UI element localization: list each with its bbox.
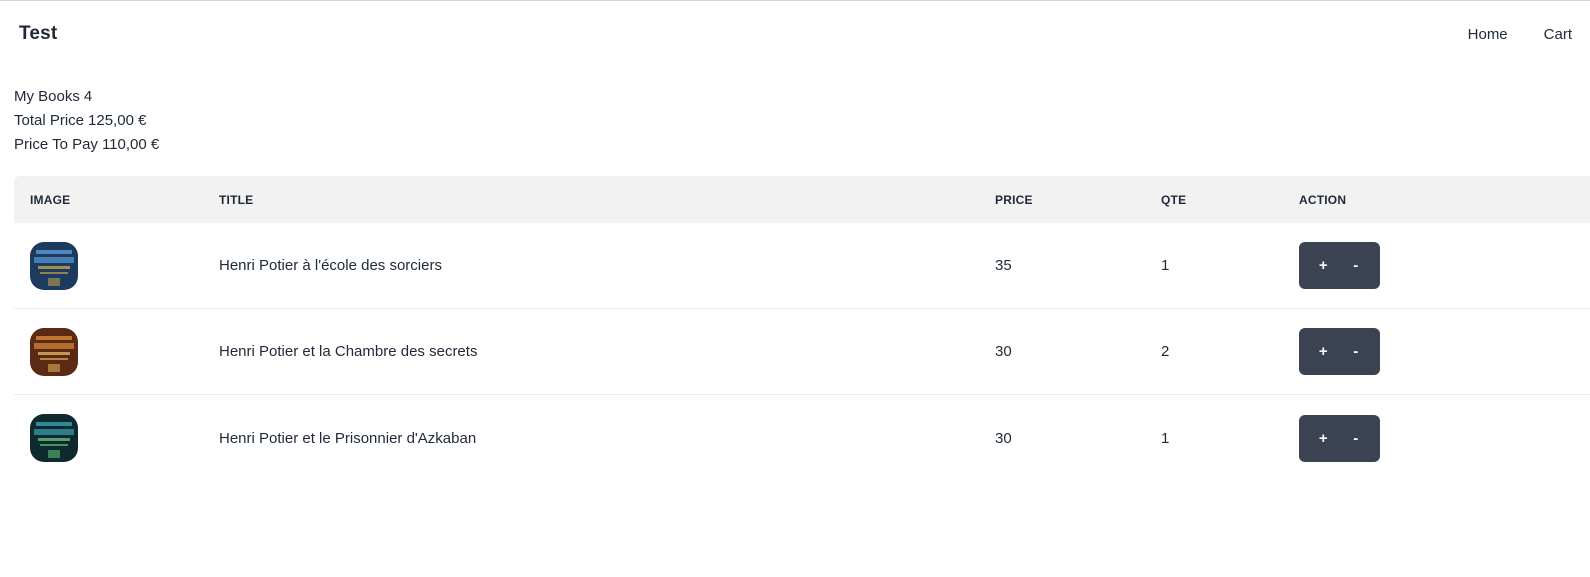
page: Test Home Cart My Books 4 Total Price 125,… [0, 0, 1590, 577]
header-action: ACTION [1299, 192, 1347, 207]
header-title: TITLE [219, 192, 254, 207]
decrement-button[interactable]: - [1342, 251, 1370, 281]
price-to-pay-value: 110,00 € [101, 136, 160, 153]
books-table: IMAGE TITLE PRICE QTE ACTION Henri Potie… [14, 176, 1590, 481]
nav-link-home[interactable]: Home [1450, 26, 1526, 43]
book-quantity: 2 [1161, 343, 1170, 360]
book-quantity: 1 [1161, 257, 1170, 274]
decrement-button[interactable]: - [1342, 423, 1370, 453]
increment-button[interactable]: + [1309, 251, 1337, 281]
price-to-pay-label: Price To Pay [14, 136, 98, 153]
book-cover-image [30, 327, 78, 376]
navbar: Test Home Cart [0, 1, 1590, 67]
books-label: My Books [14, 88, 80, 105]
books-count: 4 [83, 88, 93, 105]
book-title: Henri Potier et la Chambre des secrets [219, 343, 478, 360]
book-title: Henri Potier et le Prisonnier d'Azkaban [219, 429, 477, 447]
total-price-value: 125,00 € [88, 112, 147, 129]
nav-link-cart[interactable]: Cart [1526, 26, 1572, 43]
book-title: Henri Potier à l'école des sorciers [219, 257, 442, 274]
quantity-button-group: + - [1299, 328, 1380, 375]
price-to-pay-line: Price To Pay 110,00 € [14, 133, 159, 157]
increment-button[interactable]: + [1309, 337, 1337, 367]
header-price: PRICE [995, 192, 1033, 207]
decrement-button[interactable]: - [1342, 337, 1370, 367]
header-image: IMAGE [30, 192, 71, 207]
cart-summary: My Books 4 Total Price 125,00 € Price To P… [14, 85, 159, 157]
book-price: 30 [995, 343, 1012, 360]
nav-links: Home Cart [1450, 26, 1572, 43]
total-price-label: Total Price [14, 112, 85, 129]
book-price: 35 [995, 257, 1012, 274]
increment-button[interactable]: + [1309, 423, 1337, 453]
book-price: 30 [995, 429, 1012, 447]
total-price-line: Total Price 125,00 € [14, 109, 159, 133]
book-quantity: 1 [1161, 429, 1170, 447]
header-qte: QTE [1161, 192, 1187, 207]
table-row: Henri Potier et le Prisonnier d'Azkaban … [14, 395, 1590, 481]
table-header: IMAGE TITLE PRICE QTE ACTION [14, 176, 1590, 223]
books-count-line: My Books 4 [14, 85, 159, 109]
brand-title[interactable]: Test [19, 23, 57, 45]
book-cover-image [30, 414, 78, 462]
quantity-button-group: + - [1299, 242, 1380, 289]
quantity-button-group: + - [1299, 414, 1380, 462]
book-cover-image [30, 241, 78, 290]
table-row: Henri Potier et la Chambre des secrets 3… [14, 309, 1590, 395]
table-row: Henri Potier à l'école des sorciers 35 1… [14, 223, 1590, 309]
